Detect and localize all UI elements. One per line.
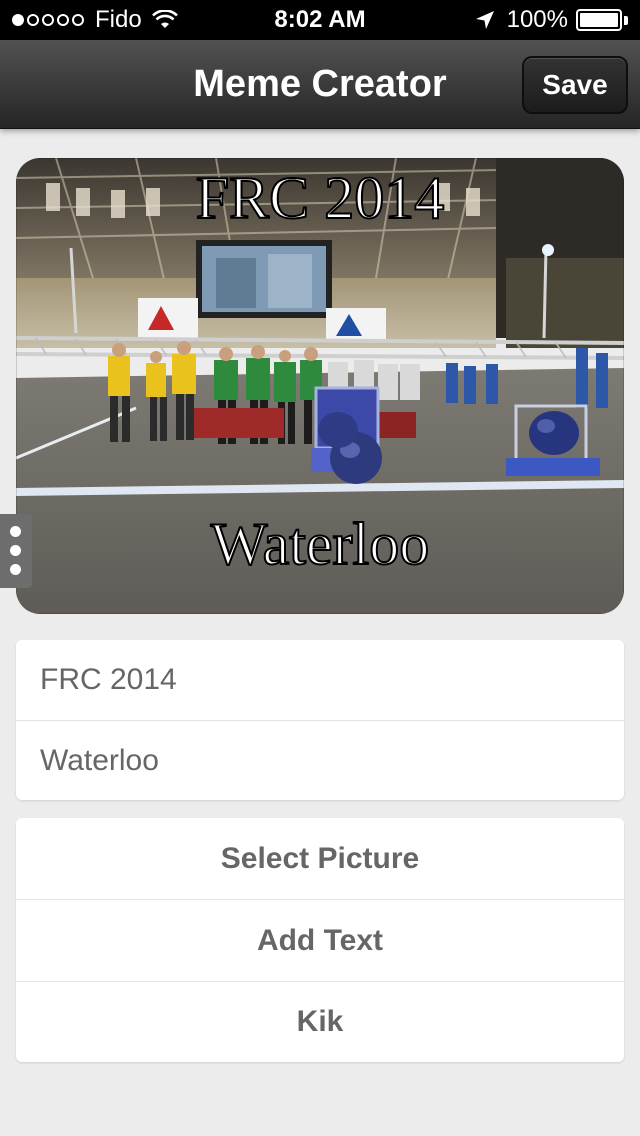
- navigation-bar: Meme Creator Save: [0, 40, 640, 129]
- location-arrow-icon: [475, 11, 494, 29]
- battery-percentage: 100%: [506, 6, 568, 33]
- select-picture-button[interactable]: Select Picture: [16, 818, 624, 899]
- side-menu-handle[interactable]: [0, 514, 32, 588]
- meme-top-text: FRC 2014: [195, 164, 445, 232]
- top-text-field[interactable]: FRC 2014: [16, 640, 624, 720]
- handle-dot-icon: [10, 526, 21, 537]
- meme-image-preview[interactable]: FRC 2014 Waterloo: [16, 158, 624, 614]
- kik-button[interactable]: Kik: [16, 982, 624, 1062]
- battery-tip: [624, 15, 628, 25]
- status-right: 100%: [475, 0, 628, 40]
- actions-card: Select Picture Add Text Kik: [16, 818, 624, 1062]
- bottom-text-field[interactable]: Waterloo: [16, 721, 624, 800]
- handle-dot-icon: [10, 564, 21, 575]
- text-fields-card: FRC 2014 Waterloo: [16, 640, 624, 800]
- battery-fill: [580, 13, 618, 27]
- handle-dot-icon: [10, 545, 21, 556]
- battery-icon: [576, 9, 622, 31]
- add-text-button[interactable]: Add Text: [16, 900, 624, 981]
- status-bar: Fido 8:02 AM 100%: [0, 0, 640, 40]
- save-button[interactable]: Save: [522, 56, 628, 114]
- meme-bottom-text: Waterloo: [210, 510, 430, 578]
